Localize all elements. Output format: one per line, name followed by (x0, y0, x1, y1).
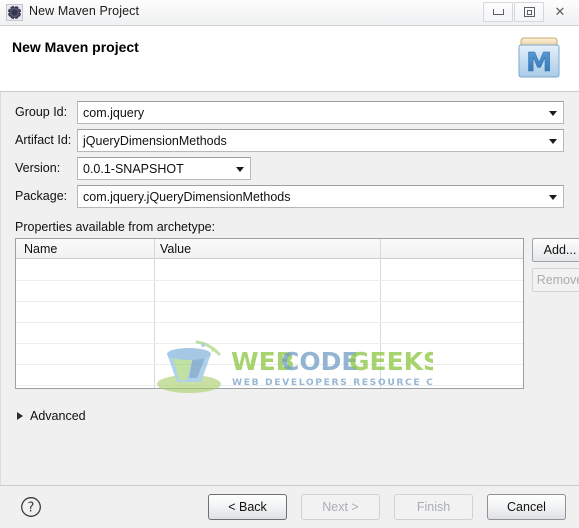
field-row-package: Package: com.jquery.jQueryDimensionMetho… (1, 185, 579, 209)
chevron-down-icon[interactable] (549, 110, 557, 116)
label-group-id: Group Id: (15, 105, 68, 119)
chevron-down-icon[interactable] (236, 166, 244, 172)
finish-button-label: Finish (416, 500, 451, 514)
cancel-button-label: Cancel (507, 500, 546, 514)
eclipse-icon (6, 4, 23, 21)
artifact-id-input[interactable]: jQueryDimensionMethods (77, 129, 564, 152)
chevron-down-icon[interactable] (549, 194, 557, 200)
restore-icon (523, 7, 535, 17)
column-divider-2 (380, 239, 381, 388)
window-title: New Maven Project (29, 4, 140, 18)
chevron-down-icon[interactable] (549, 138, 557, 144)
dialog-body: Group Id: com.jquery Artifact Id: jQuery… (0, 92, 579, 528)
row-divider (16, 322, 523, 323)
row-divider (16, 301, 523, 302)
remove-property-button: Remove (532, 268, 579, 292)
field-row-group-id: Group Id: com.jquery (1, 101, 579, 125)
svg-text:M: M (526, 48, 552, 78)
properties-label: Properties available from archetype: (15, 220, 216, 234)
row-divider (16, 364, 523, 365)
label-artifact-id: Artifact Id: (15, 133, 72, 147)
version-value: 0.0.1-SNAPSHOT (83, 161, 184, 176)
minimize-button[interactable] (483, 2, 513, 22)
next-button: Next > (301, 494, 380, 520)
minimize-icon (492, 9, 504, 15)
column-header-name[interactable]: Name (24, 242, 57, 256)
page-title: New Maven project (12, 39, 139, 55)
dialog-footer: ? < Back Next > Finish Cancel (0, 485, 579, 528)
back-button[interactable]: < Back (208, 494, 287, 520)
svg-text:?: ? (28, 501, 35, 516)
field-row-version: Version: 0.0.1-SNAPSHOT (1, 157, 579, 181)
back-button-label: < Back (228, 500, 267, 514)
new-maven-project-dialog: New Maven Project ✕ New Maven project M … (0, 0, 579, 528)
window-controls: ✕ (483, 2, 575, 22)
add-property-label: Add... (543, 243, 577, 257)
advanced-section-toggle[interactable]: Advanced (17, 407, 86, 425)
cancel-button[interactable]: Cancel (487, 494, 566, 520)
add-property-button[interactable]: Add... (532, 238, 579, 262)
advanced-label: Advanced (30, 409, 86, 423)
version-combo[interactable]: 0.0.1-SNAPSHOT (77, 157, 251, 180)
maven-project-icon: M (518, 37, 560, 78)
properties-table-header: Name Value (16, 239, 523, 259)
label-package: Package: (15, 189, 68, 203)
dialog-header: New Maven project M (0, 26, 579, 92)
column-divider-1 (154, 239, 155, 388)
label-version: Version: (15, 161, 61, 175)
field-row-artifact-id: Artifact Id: jQueryDimensionMethods (1, 129, 579, 153)
help-icon[interactable]: ? (20, 496, 42, 518)
row-divider (16, 385, 523, 386)
close-button[interactable]: ✕ (545, 2, 575, 22)
restore-button[interactable] (514, 2, 544, 22)
next-button-label: Next > (322, 500, 359, 514)
row-divider (16, 280, 523, 281)
row-divider (16, 343, 523, 344)
close-icon: ✕ (554, 4, 566, 20)
group-id-value: com.jquery (83, 105, 145, 120)
group-id-input[interactable]: com.jquery (77, 101, 564, 124)
remove-property-label: Remove (536, 273, 579, 287)
artifact-id-value: jQueryDimensionMethods (83, 133, 227, 148)
finish-button: Finish (394, 494, 473, 520)
properties-table[interactable]: Name Value (15, 238, 524, 389)
column-header-value[interactable]: Value (160, 242, 191, 256)
title-bar: New Maven Project ✕ (0, 0, 579, 26)
triangle-right-icon (17, 412, 23, 420)
package-input[interactable]: com.jquery.jQueryDimensionMethods (77, 185, 564, 208)
package-value: com.jquery.jQueryDimensionMethods (83, 189, 291, 204)
